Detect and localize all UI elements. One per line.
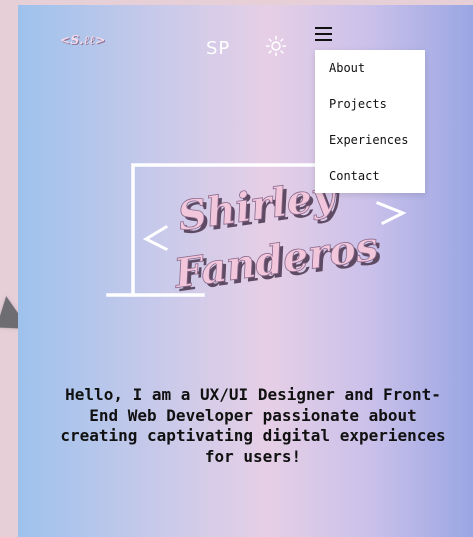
sun-icon[interactable] (265, 35, 287, 57)
menu-bar (315, 27, 332, 29)
nav-dropdown-menu: About Projects Experiences Contact (315, 50, 425, 193)
menu-bar (315, 33, 332, 35)
menu-item-projects[interactable]: Projects (315, 94, 425, 130)
site-logo[interactable]: <S.ℓℓ> (60, 33, 106, 48)
portfolio-page: <S.ℓℓ> SP Shirley Shirley Fanderos Fande… (18, 5, 473, 537)
menu-bar (315, 39, 332, 41)
initials-label: SP (206, 38, 231, 59)
hamburger-menu-icon[interactable] (315, 27, 337, 45)
menu-item-experiences[interactable]: Experiences (315, 130, 425, 166)
intro-text: Hello, I am a UX/UI Designer and Front-E… (60, 385, 446, 466)
menu-item-contact[interactable]: Contact (315, 166, 425, 202)
menu-item-about[interactable]: About (315, 58, 425, 94)
